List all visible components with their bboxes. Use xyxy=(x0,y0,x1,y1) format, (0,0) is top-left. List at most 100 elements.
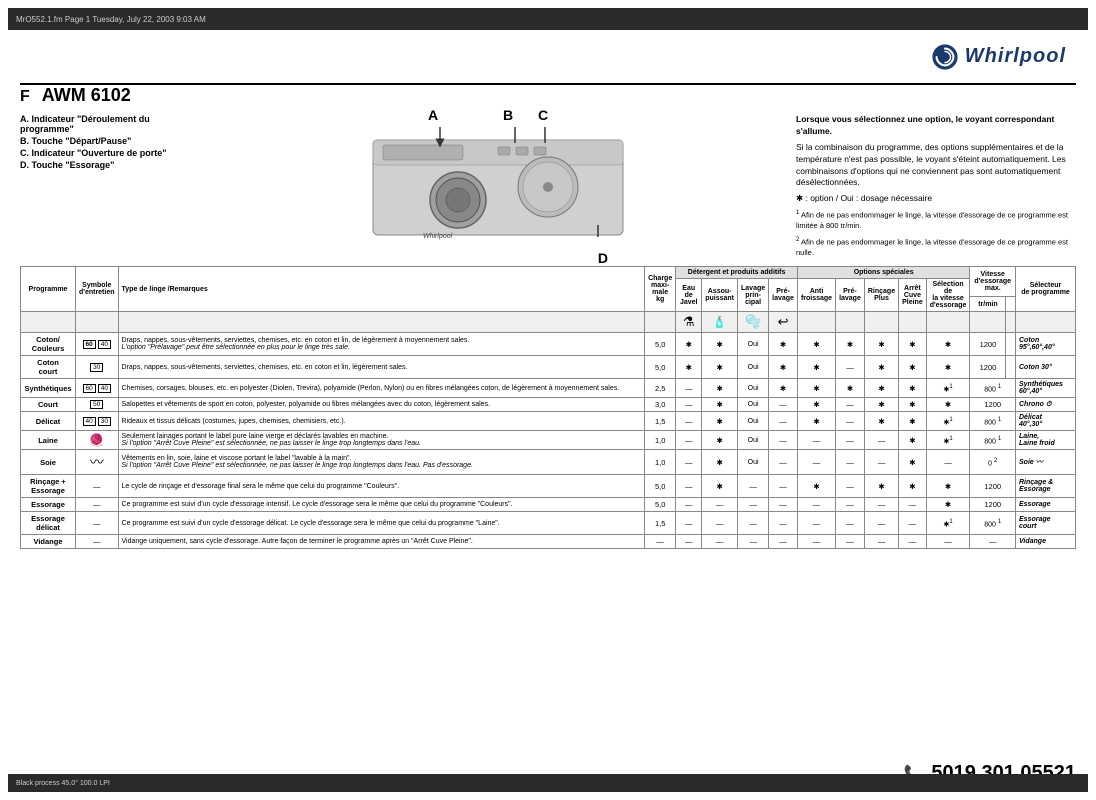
charge-rincage: 5,0 xyxy=(645,475,676,498)
table-row: Coton/Couleurs 60 40 Draps, nappes, sous… xyxy=(21,333,1076,356)
th-charge: Chargemaxi-malekg xyxy=(645,267,676,312)
th-eau-javel: Eau deJavel xyxy=(676,279,702,312)
icon-prelav: ↩ xyxy=(769,312,798,333)
sym-rincage: — xyxy=(76,475,119,498)
sel-ess-del: ✱1 xyxy=(926,512,970,535)
charge-essorage: 5,0 xyxy=(645,498,676,512)
assou-synth: ✱ xyxy=(702,379,738,398)
top-strip-text: MrO552.1.fm Page 1 Tuesday, July 22, 200… xyxy=(16,15,206,24)
pre-ess-del: — xyxy=(769,512,798,535)
indicator-a: A. Indicateur "Déroulement du programme" xyxy=(20,114,200,134)
eau-court: — xyxy=(676,398,702,412)
prog-label-vidange: Vidange xyxy=(1016,535,1076,549)
th-programme: Programme xyxy=(21,267,76,312)
vit-court: 1200 xyxy=(970,398,1016,412)
pre-delicat: — xyxy=(769,412,798,431)
arret-delicat: ✱ xyxy=(899,412,927,431)
th-symbole: Symboled'entretien xyxy=(76,267,119,312)
icon-row-charge xyxy=(645,312,676,333)
anti-soie: — xyxy=(797,450,835,475)
arret-rincage: ✱ xyxy=(899,475,927,498)
vit-cot-court: 1200 xyxy=(970,356,1006,379)
th-selection: Sélection dela vitessed'essorage xyxy=(926,279,970,312)
pre2-rincage: — xyxy=(836,475,865,498)
eau-coton: ✱ xyxy=(676,333,702,356)
table-row: Soie 〰 Vêtements en lin, soie, laine et … xyxy=(21,450,1076,475)
eau-ess-del: — xyxy=(676,512,702,535)
desc-cot-court: Draps, nappes, sous-vêtements, serviette… xyxy=(118,356,645,379)
th-options-group: Options spéciales xyxy=(797,267,969,279)
charge-vidange: — xyxy=(645,535,676,549)
pre2-vidange: — xyxy=(836,535,865,549)
th-assou: Assou-puissant xyxy=(702,279,738,312)
star-note: ✱ : option / Oui : dosage nécessaire xyxy=(796,193,1076,205)
anti-essorage: — xyxy=(797,498,835,512)
sym-court: 50 xyxy=(76,398,119,412)
eau-essorage: — xyxy=(676,498,702,512)
desc-coton: Draps, nappes, sous-vêtements, serviette… xyxy=(118,333,645,356)
lav-rincage: — xyxy=(738,475,769,498)
body-text: Si la combinaison du programme, des opti… xyxy=(796,142,1076,190)
th-vitesse-group: Vitessed'essoragemax. xyxy=(970,267,1016,297)
anti-cot-court: ✱ xyxy=(797,356,835,379)
prog-court: Court xyxy=(21,398,76,412)
icon-pre2 xyxy=(836,312,865,333)
assou-ess-del: — xyxy=(702,512,738,535)
anti-delicat: ✱ xyxy=(797,412,835,431)
bottom-strip-text: Black process 45.0° 100.0 LPI xyxy=(16,780,110,787)
charge-cot-court: 5,0 xyxy=(645,356,676,379)
th-lavage: Lavageprin-cipal xyxy=(738,279,769,312)
desc-rincage: Le cycle de rinçage et d'essorage final … xyxy=(118,475,645,498)
label-c: C xyxy=(538,107,548,123)
sym-essorage: — xyxy=(76,498,119,512)
pre-cot-court: ✱ xyxy=(769,356,798,379)
touche-d: D. Touche "Essorage" xyxy=(20,160,200,170)
anti-court: ✱ xyxy=(797,398,835,412)
left-info: A. Indicateur "Déroulement du programme"… xyxy=(20,114,200,258)
pre-coton: ✱ xyxy=(769,333,798,356)
vit-essorage: 1200 xyxy=(970,498,1016,512)
pre-rincage: — xyxy=(769,475,798,498)
arret-ess-del: — xyxy=(899,512,927,535)
prog-label-rincage: Rinçage &Essorage xyxy=(1016,475,1076,498)
charge-synth: 2,5 xyxy=(645,379,676,398)
desc-delicat: Rideaux et tissus délicats (costumes, ju… xyxy=(118,412,645,431)
pre-soie: — xyxy=(769,450,798,475)
pre-vidange: — xyxy=(769,535,798,549)
table-row: Rinçage +Essorage — Le cycle de rinçage … xyxy=(21,475,1076,498)
label-a: A xyxy=(428,107,438,123)
th-detergent-group: Détergent et produits additifs xyxy=(676,267,798,279)
eau-laine: — xyxy=(676,431,702,450)
model-title: F AWM 6102 xyxy=(20,85,1076,106)
prog-synth: Synthétiques xyxy=(21,379,76,398)
charge-delicat: 1,5 xyxy=(645,412,676,431)
rinc-delicat: ✱ xyxy=(864,412,898,431)
sym-soie: 〰 xyxy=(76,450,119,475)
vit-vidange: — xyxy=(970,535,1016,549)
sym-cot-court: 30 xyxy=(76,356,119,379)
prog-label-ess-del: Essoragecourt xyxy=(1016,512,1076,535)
eau-cot-court: ✱ xyxy=(676,356,702,379)
vit-delicat: 800 1 xyxy=(970,412,1016,431)
vit-coton: 1200 xyxy=(970,333,1006,356)
rinc-synth: ✱ xyxy=(864,379,898,398)
bottom-strip: Black process 45.0° 100.0 LPI xyxy=(8,774,1088,792)
rinc-laine: — xyxy=(864,431,898,450)
intro-text: Lorsque vous sélectionnez une option, le… xyxy=(796,114,1076,138)
lav-coton: Oui xyxy=(738,333,769,356)
rinc-court: ✱ xyxy=(864,398,898,412)
svg-text:Whirlpool: Whirlpool xyxy=(423,233,453,240)
charge-laine: 1,0 xyxy=(645,431,676,450)
lav-laine: Oui xyxy=(738,431,769,450)
sel-soie: — xyxy=(926,450,970,475)
anti-coton: ✱ xyxy=(797,333,835,356)
arret-soie: ✱ xyxy=(899,450,927,475)
prog-vidange: Vidange xyxy=(21,535,76,549)
rinc-ess-del: — xyxy=(864,512,898,535)
icon-prog xyxy=(1016,312,1076,333)
prog-label-soie: Soie 〰 xyxy=(1016,450,1076,475)
assou-soie: ✱ xyxy=(702,450,738,475)
anti-vidange: — xyxy=(797,535,835,549)
lav-cot-court: Oui xyxy=(738,356,769,379)
prog-laine: Laine xyxy=(21,431,76,450)
